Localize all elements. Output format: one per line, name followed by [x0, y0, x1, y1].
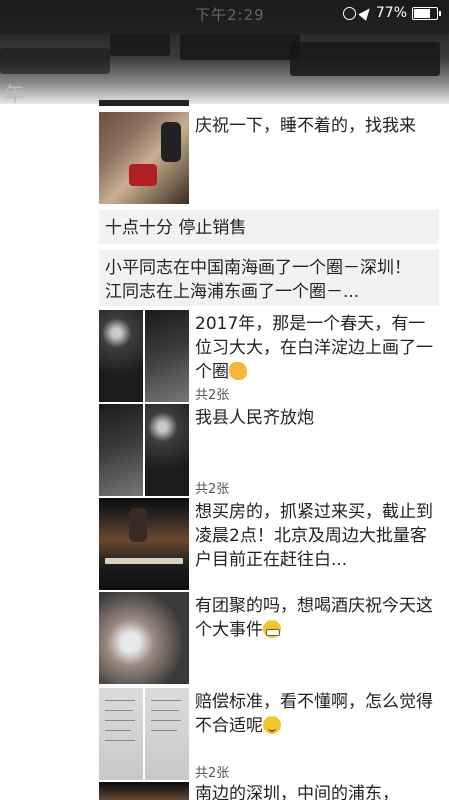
list-item[interactable]: 小平同志在中国南海画了一个圈－深圳！ 江同志在上海浦东画了一个圈－...: [99, 250, 439, 306]
status-icons: 77%: [342, 5, 441, 21]
post-text: 想买房的，抓紧过来买，截止到凌晨2点！北京及周边大批量客户目前正在赶往白...: [195, 502, 433, 570]
image-count: 共2张: [195, 388, 230, 403]
image-count: 共2张: [195, 482, 230, 497]
post-thumbnail[interactable]: [99, 310, 143, 402]
scribble: [290, 42, 440, 76]
list-item[interactable]: 南边的深圳，中间的浦东，: [99, 782, 439, 800]
sweat-emoji-icon: [263, 716, 281, 734]
grin-emoji-icon: [263, 620, 281, 638]
scribble: [180, 34, 300, 60]
image-count: 共2张: [195, 766, 230, 781]
list-item[interactable]: 想买房的，抓紧过来买，截止到凌晨2点！北京及周边大批量客户目前正在赶往白...: [99, 498, 439, 590]
rotation-lock-icon: [342, 6, 356, 20]
post-thumbnail[interactable]: [99, 782, 189, 800]
post-thumbnail[interactable]: [99, 688, 143, 780]
post-thumbnail[interactable]: [99, 112, 189, 204]
header-blurred: 年: [0, 34, 449, 104]
list-item[interactable]: 十点十分 停止销售: [99, 210, 439, 244]
scribble: [0, 48, 110, 74]
post-thumbnail[interactable]: [99, 100, 189, 106]
list-item[interactable]: 2017年，那是一个春天，有一位习大大，在白洋淀边上画了一个圈 共2张: [99, 310, 439, 403]
post-text: 2017年，那是一个春天，有一位习大大，在白洋淀边上画了一个圈: [195, 314, 433, 382]
post-thumbnail[interactable]: [99, 592, 189, 684]
post-thumbnail[interactable]: [99, 404, 143, 496]
post-text: 南边的深圳，中间的浦东，: [195, 784, 399, 800]
status-time: 下午2:29: [195, 6, 265, 24]
post-thumbnail[interactable]: [145, 310, 189, 402]
post-text: 庆祝一下，睡不着的，找我来: [195, 116, 416, 136]
scribble: [110, 34, 170, 56]
post-text: 我县人民齐放炮: [195, 408, 314, 428]
post-thumbnail[interactable]: [145, 404, 189, 496]
location-arrow-icon: [358, 5, 374, 21]
battery-icon: [412, 6, 438, 20]
list-item[interactable]: 赔偿标准，看不懂啊，怎么觉得不合适呢 共2张: [99, 688, 439, 781]
list-item[interactable]: 有团聚的吗，想喝酒庆祝今天这个大事件: [99, 592, 439, 684]
post-text: 十点十分 停止销售: [105, 218, 247, 238]
header-label: 年: [4, 82, 24, 104]
list-item[interactable]: 庆祝一下，睡不着的，找我来: [99, 112, 439, 204]
clap-emoji-icon: [229, 362, 247, 380]
status-bar: 下午2:29 77%: [0, 0, 449, 34]
battery-percentage: 77%: [375, 5, 407, 21]
list-item[interactable]: 我县人民齐放炮 共2张: [99, 404, 439, 497]
battery-tip: [439, 10, 441, 16]
post-thumbnail[interactable]: [99, 498, 189, 590]
post-thumbnail[interactable]: [145, 688, 189, 780]
post-text: 有团聚的吗，想喝酒庆祝今天这个大事件: [195, 596, 433, 640]
post-text: 赔偿标准，看不懂啊，怎么觉得不合适呢: [195, 692, 433, 736]
post-text: 小平同志在中国南海画了一个圈－深圳！ 江同志在上海浦东画了一个圈－...: [105, 258, 411, 302]
